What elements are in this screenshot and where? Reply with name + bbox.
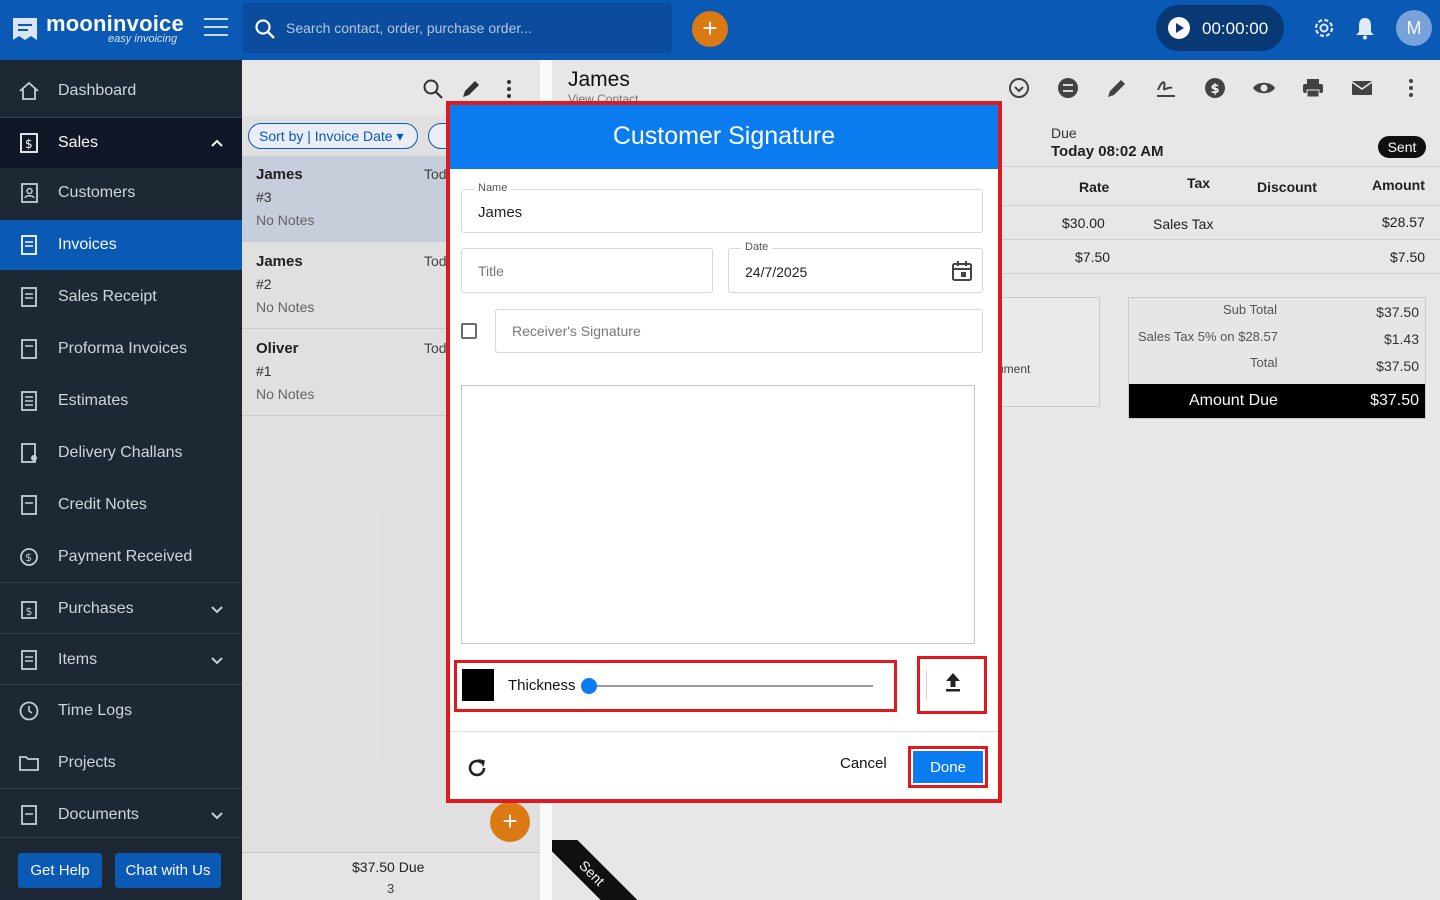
signature-pad[interactable] [461,385,975,644]
upload-signature-button[interactable] [917,656,987,714]
thickness-slider-track[interactable] [587,685,873,687]
pen-color-swatch[interactable] [462,669,494,701]
upload-icon [946,673,960,692]
receiver-signature-field[interactable]: Receiver's Signature [495,309,983,353]
cancel-button[interactable]: Cancel [840,755,887,772]
thickness-slider-handle[interactable] [581,678,597,694]
name-field[interactable]: Name James [461,182,983,233]
refresh-icon[interactable] [464,755,490,781]
done-button[interactable]: Done [913,751,983,783]
thickness-label: Thickness [508,677,576,694]
name-value: James [478,204,523,221]
title-field[interactable]: Title [461,248,713,293]
dialog-title: Customer Signature [450,105,998,169]
name-label: Name [474,182,512,194]
receiver-signature-checkbox[interactable] [461,323,477,339]
date-label: Date [741,241,773,253]
done-highlight: Done [908,746,988,788]
date-value: 24/7/2025 [745,264,808,280]
date-field[interactable]: Date 24/7/2025 [728,241,983,293]
customer-signature-dialog: Customer Signature Name James Title Date… [446,101,1002,803]
receiver-signature-placeholder: Receiver's Signature [512,323,641,339]
calendar-icon[interactable] [951,260,973,282]
title-placeholder: Title [478,263,504,279]
pen-settings: Thickness [454,660,897,712]
